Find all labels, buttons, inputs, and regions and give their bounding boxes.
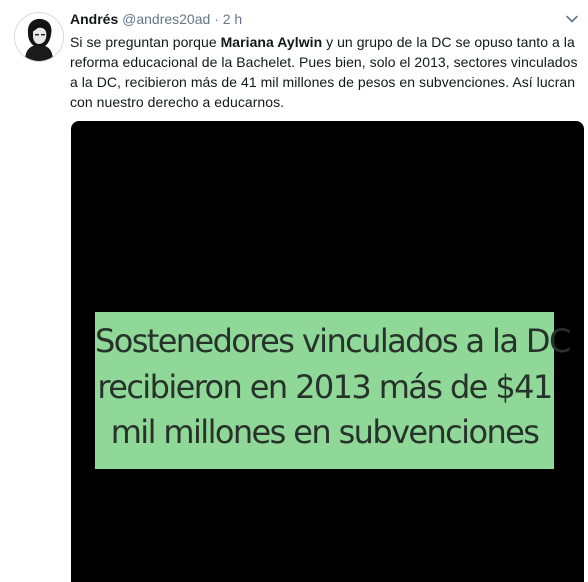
avatar[interactable] <box>14 12 64 62</box>
author-handle[interactable]: @andres20ad <box>122 11 210 27</box>
tweet-media-video[interactable]: Sostenedores vinculados a la DC recibier… <box>71 121 584 582</box>
separator-dot: · <box>214 11 219 27</box>
tweet-header: Andrés @andres20ad · 2 h <box>70 10 242 28</box>
chevron-down-icon[interactable] <box>565 12 579 26</box>
tweet-text-part-1: Si se preguntan porque <box>70 34 221 50</box>
avatar-portrait-icon <box>15 13 63 61</box>
tweet[interactable]: Andrés @andres20ad · 2 h Si se preguntan… <box>0 0 588 582</box>
author-name[interactable]: Andrés <box>70 11 118 27</box>
tweet-timestamp[interactable]: 2 h <box>223 11 242 27</box>
tweet-text-bold-name: Mariana Aylwin <box>220 34 323 50</box>
banner-line-1: Sostenedores vinculados a la DC <box>95 322 571 360</box>
banner-line-3: mil millones en subvenciones <box>110 413 540 451</box>
tweet-text: Si se preguntan porque Mariana Aylwin y … <box>70 32 582 112</box>
banner-line-2: recibieron en 2013 más de $41 <box>97 368 553 406</box>
media-caption-banner: Sostenedores vinculados a la DC recibier… <box>95 312 571 469</box>
